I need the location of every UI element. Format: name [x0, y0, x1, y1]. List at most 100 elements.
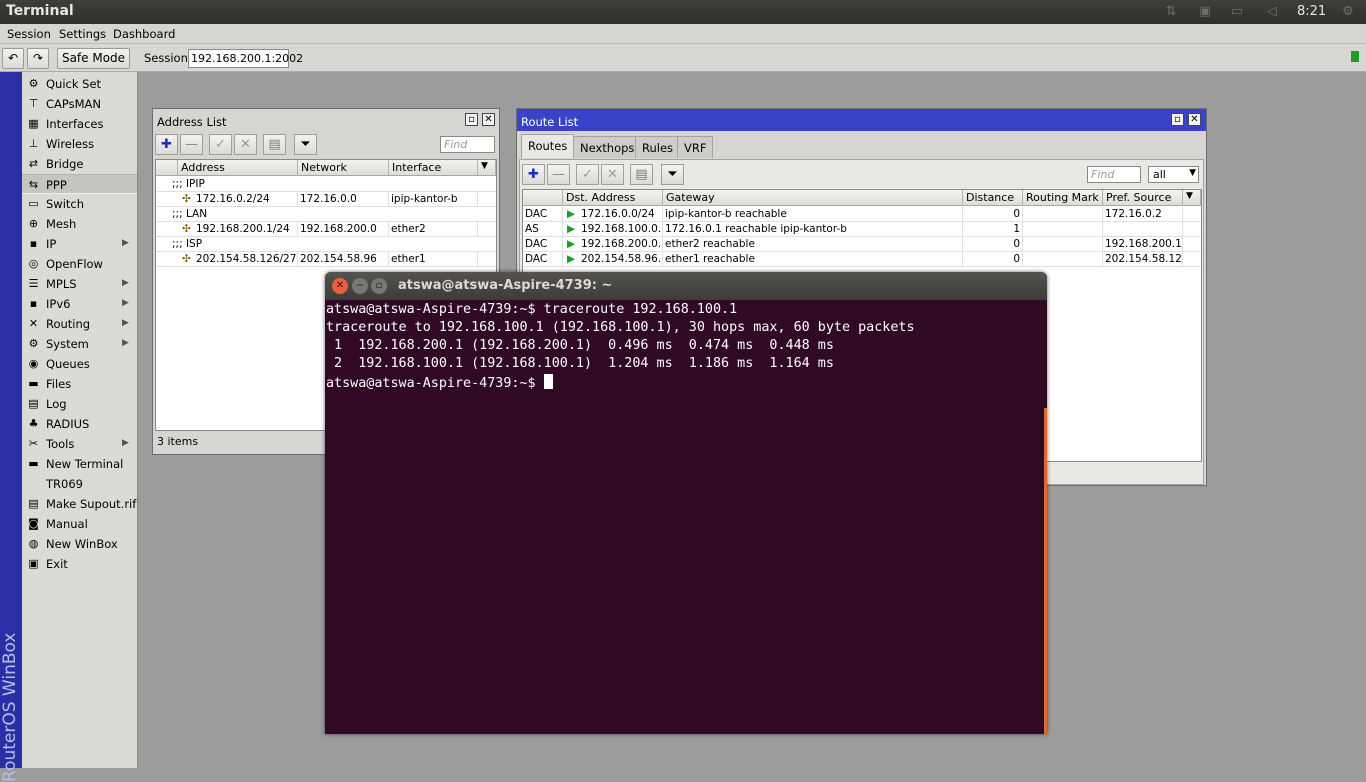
sidebar-item-manual[interactable]: ◙ Manual [22, 514, 137, 534]
sidebar-item-radius[interactable]: ♣ RADIUS [22, 414, 137, 434]
undo-icon: ↶ [7, 51, 19, 65]
redo-icon: ↷ [32, 51, 44, 65]
settings-gear-icon[interactable]: ⚙ [1339, 4, 1357, 20]
remove-button[interactable]: — [547, 164, 570, 185]
sidebar-item-capsman[interactable]: ⊤ CAPsMAN [22, 94, 137, 114]
disable-button[interactable]: ✕ [234, 134, 257, 155]
comment-row[interactable]: ;;; ISP [156, 237, 496, 252]
session-label: Session: [144, 51, 192, 65]
sidebar-item-mpls[interactable]: ☰ MPLS ▶ [22, 274, 137, 294]
sidebar-item-tools[interactable]: ✂ Tools ▶ [22, 434, 137, 454]
sidebar-item-new-winbox[interactable]: ◍ New WinBox [22, 534, 137, 554]
sidebar-item-icon: ◙ [28, 517, 39, 530]
sidebar-item-openflow[interactable]: ◎ OpenFlow [22, 254, 137, 274]
sidebar-item-ppp[interactable]: ⇆ PPP [22, 174, 137, 194]
col-pref-source[interactable]: Pref. Source [1103, 190, 1183, 206]
columns-dropdown-icon[interactable]: ▼ [478, 160, 496, 176]
maximize-icon[interactable]: ▫ [1171, 113, 1184, 126]
menu-dashboard[interactable]: Dashboard [113, 27, 175, 41]
sidebar-item-bridge[interactable]: ⇄ Bridge [22, 154, 137, 174]
col-routing-mark[interactable]: Routing Mark [1023, 190, 1103, 206]
col-interface[interactable]: Interface [389, 160, 478, 176]
close-icon[interactable]: ✕ [1188, 113, 1201, 126]
sidebar-item-mesh[interactable]: ⊕ Mesh [22, 214, 137, 234]
close-icon[interactable]: ✕ [482, 113, 495, 126]
comment-button[interactable]: ▤ [630, 164, 653, 185]
tab-rules[interactable]: Rules [635, 136, 681, 158]
enable-button[interactable]: ✓ [209, 134, 232, 155]
add-button[interactable]: ✚ [155, 134, 178, 155]
battery-icon[interactable]: ▭ [1228, 4, 1246, 20]
col-address[interactable]: Address [178, 160, 298, 176]
route-list-titlebar[interactable]: Route List ▫ ✕ [517, 109, 1206, 131]
remove-button[interactable]: — [180, 134, 203, 155]
cell-network: 192.168.200.0 [298, 222, 389, 237]
undo-button[interactable]: ↶ [2, 48, 24, 69]
sidebar-item-new-terminal[interactable]: ▬ New Terminal [22, 454, 137, 474]
maximize-icon[interactable]: ▫ [465, 113, 478, 126]
sidebar-item-switch[interactable]: ▭ Switch [22, 194, 137, 214]
col-network[interactable]: Network [298, 160, 389, 176]
col-flag[interactable] [156, 160, 178, 176]
filter-icon[interactable]: ⏷ [294, 134, 317, 155]
sidebar-item-queues[interactable]: ◉ Queues [22, 354, 137, 374]
table-row[interactable]: DAC 172.16.0.0/24 ipip-kantor-b reachable 0… [523, 207, 1201, 222]
col-gateway[interactable]: Gateway [663, 190, 963, 206]
sidebar-item-routing[interactable]: ✕ Routing ▶ [22, 314, 137, 334]
clock[interactable]: 8:21 [1297, 4, 1326, 19]
col-distance[interactable]: Distance [963, 190, 1023, 206]
terminal-titlebar[interactable]: ✕ − ▫ atswa@atswa-Aspire-4739: ~ [325, 272, 1047, 300]
comment-button[interactable]: ▤ [263, 134, 286, 155]
sidebar-item-label: New WinBox [46, 537, 118, 551]
keyboard-icon[interactable]: ▣ [1196, 4, 1214, 20]
volume-icon[interactable]: ◁ [1263, 4, 1281, 20]
window-title: Route List [521, 115, 579, 129]
sidebar-item-exit[interactable]: ▣ Exit [22, 554, 137, 574]
sidebar-item-ipv6[interactable]: ▪ IPv6 ▶ [22, 294, 137, 314]
sidebar-item-wireless[interactable]: ⊥ Wireless [22, 134, 137, 154]
transfer-icon[interactable]: ⇅ [1162, 4, 1180, 20]
sidebar-item-system[interactable]: ⚙ System ▶ [22, 334, 137, 354]
terminal-output[interactable]: atswa@atswa-Aspire-4739:~$ traceroute 19… [325, 300, 1047, 734]
address-list-titlebar[interactable]: Address List ▫ ✕ [153, 109, 499, 131]
sidebar-item-icon: ▤ [28, 397, 39, 410]
session-input[interactable]: 192.168.200.1:2002 [188, 49, 303, 68]
sidebar-item-files[interactable]: ▬ Files [22, 374, 137, 394]
table-row[interactable]: ✣ 172.16.0.2/24 172.16.0.0 ipip-kantor-b [156, 192, 496, 207]
add-button[interactable]: ✚ [522, 164, 545, 185]
safe-mode-button[interactable]: Safe Mode [57, 48, 130, 69]
col-dst-address[interactable]: Dst. Address [563, 190, 663, 206]
sidebar-item-interfaces[interactable]: ▦ Interfaces [22, 114, 137, 134]
close-icon[interactable]: ✕ [332, 278, 348, 294]
cell-address: 172.16.0.2/24 [194, 192, 298, 207]
table-row[interactable]: ✣ 202.154.58.126/27 202.154.58.96 ether1 [156, 252, 496, 267]
table-row[interactable]: AS 192.168.100.0... 172.16.0.1 reachable i… [523, 222, 1201, 237]
table-row[interactable]: DAC 202.154.58.96... ether1 reachable 0 202.… [523, 252, 1201, 267]
table-row[interactable]: ✣ 192.168.200.1/24 192.168.200.0 ether2 [156, 222, 496, 237]
filter-icon[interactable]: ⏷ [661, 164, 684, 185]
comment-row[interactable]: ;;; LAN [156, 207, 496, 222]
terminal-prompt-line[interactable]: atswa@atswa-Aspire-4739:~$ [326, 374, 1046, 392]
enable-button[interactable]: ✓ [576, 164, 599, 185]
find-input[interactable]: Find [1087, 166, 1141, 183]
sidebar-item-log[interactable]: ▤ Log [22, 394, 137, 414]
col-flags[interactable] [523, 190, 563, 206]
sidebar-item-tr069[interactable]: TR069 [22, 474, 137, 494]
comment-row[interactable]: ;;; IPIP [156, 177, 496, 192]
minimize-icon[interactable]: − [352, 278, 368, 294]
redo-button[interactable]: ↷ [27, 48, 49, 69]
find-input[interactable]: Find [440, 136, 495, 153]
sidebar-item-quick-set[interactable]: ⚙ Quick Set [22, 74, 137, 94]
disable-button[interactable]: ✕ [601, 164, 624, 185]
sidebar-item-ip[interactable]: ▪ IP ▶ [22, 234, 137, 254]
menu-settings[interactable]: Settings [59, 27, 106, 41]
menu-session[interactable]: Session [7, 27, 51, 41]
maximize-icon[interactable]: ▫ [371, 278, 387, 294]
tab-vrf[interactable]: VRF [677, 136, 714, 158]
columns-dropdown-icon[interactable]: ▼ [1183, 190, 1201, 206]
tab-nexthops[interactable]: Nexthops [573, 136, 642, 158]
filter-select[interactable]: all ▼ [1148, 166, 1199, 183]
tab-routes[interactable]: Routes [521, 134, 575, 158]
sidebar-item-make-supout-rif[interactable]: ▤ Make Supout.rif [22, 494, 137, 514]
table-row[interactable]: DAC 192.168.200.0... ether2 reachable 0 192.… [523, 237, 1201, 252]
